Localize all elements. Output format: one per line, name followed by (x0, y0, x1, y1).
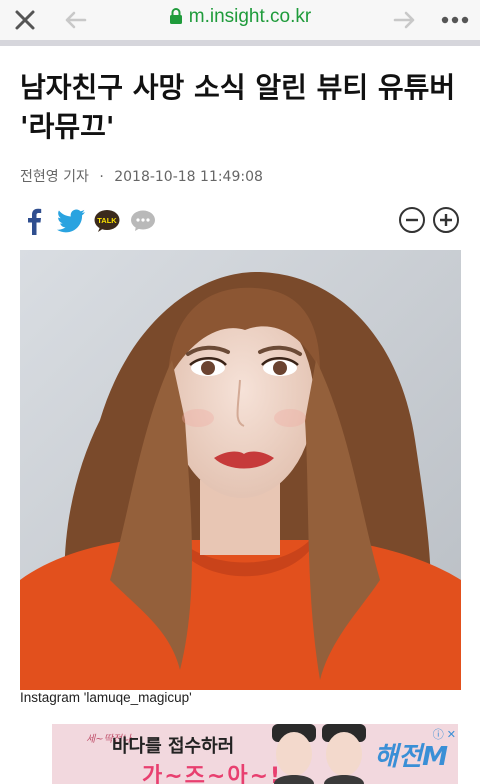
zoom-out-icon[interactable] (398, 206, 426, 234)
arrow-right-icon[interactable] (390, 5, 420, 35)
byline: 전현영 기자 · 2018-10-18 11:49:08 (20, 166, 263, 186)
publish-date: 2018-10-18 11:49:08 (114, 169, 263, 185)
article-title: 남자친구 사망 소식 알린 뷰티 유튜버 '라뮤끄' (20, 71, 456, 143)
twitter-icon[interactable] (56, 204, 86, 238)
ad-text-line3: 가~즈~아~! (142, 764, 283, 784)
more-dots-icon[interactable] (440, 5, 470, 35)
byline-separator: · (99, 169, 104, 185)
zoom-in-icon[interactable] (432, 206, 460, 234)
ad-brand-logo: 해전M (374, 742, 448, 772)
browser-toolbar: m.insight.co.kr (0, 0, 480, 46)
kakaotalk-icon[interactable]: TALK (94, 204, 120, 238)
url-text: m.insight.co.kr (188, 6, 312, 27)
ad-close-icon[interactable]: ⓘ ✕ (430, 726, 456, 741)
photo-caption: Instagram 'lamuqe_magicup' (20, 690, 192, 705)
facebook-icon[interactable] (20, 204, 48, 238)
loading-bar (0, 40, 480, 46)
author: 전현영 기자 (20, 169, 89, 185)
article-photo[interactable] (20, 250, 461, 690)
lock-icon (169, 8, 183, 30)
kakaotalk-label: TALK (97, 216, 117, 225)
ad-text-line2: 바다를 접수하러 (112, 736, 235, 757)
ad-banner[interactable]: 세~딱전나 바다를 접수하러 가~즈~아~! 해전M ⓘ ✕ (52, 724, 458, 784)
ad-characters-image (272, 724, 366, 784)
comment-icon[interactable] (130, 204, 156, 238)
